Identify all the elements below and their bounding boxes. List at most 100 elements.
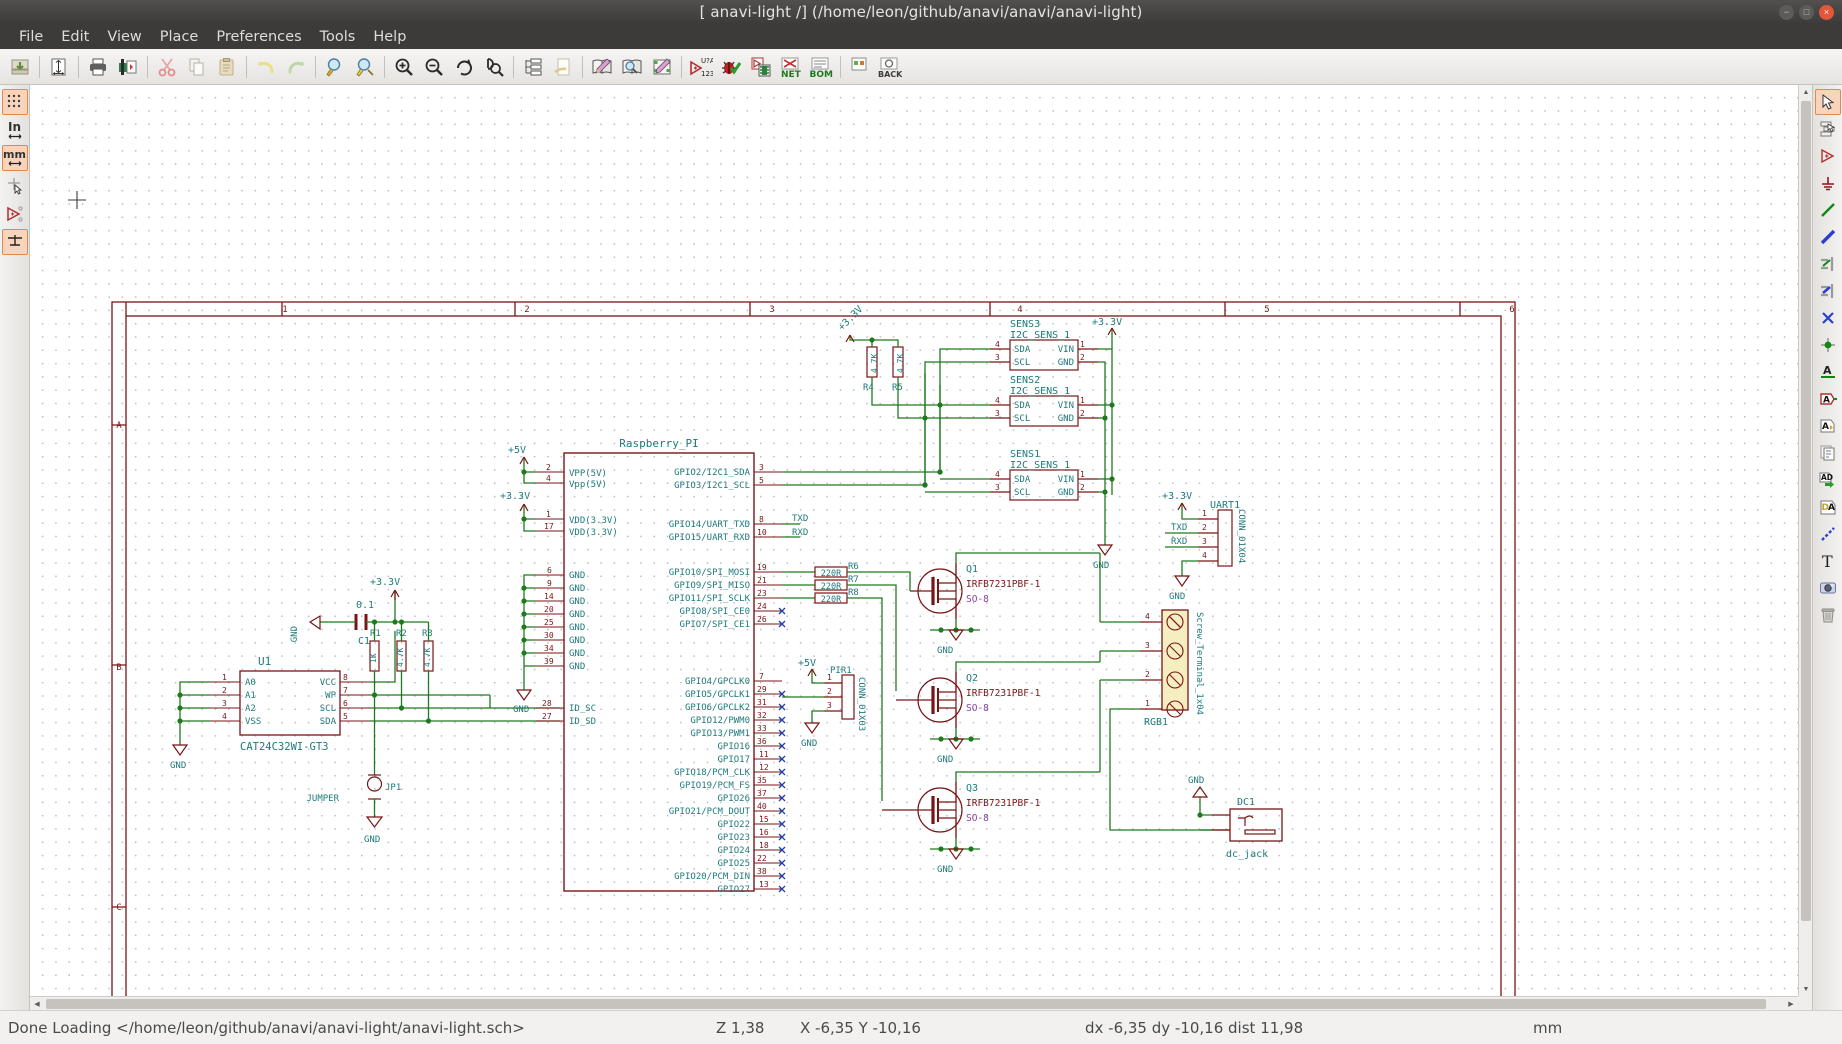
minimize-button[interactable]: − <box>1779 5 1794 20</box>
svg-text:GPIO14/UART_TXD: GPIO14/UART_TXD <box>669 520 750 530</box>
menu-item-file[interactable]: File <box>10 27 52 47</box>
place-hierarchical-pin-tool[interactable]: D A <box>1815 494 1841 520</box>
hierarchy-push-tool[interactable] <box>1815 116 1841 142</box>
svg-text:+3.3V: +3.3V <box>1092 317 1122 328</box>
svg-text:2: 2 <box>546 463 551 472</box>
svg-text:123: 123 <box>701 70 713 78</box>
place-component-tool[interactable] <box>1815 143 1841 169</box>
units-inch-button[interactable]: In <box>2 117 28 143</box>
place-hierarchical-sheet-tool[interactable] <box>1815 440 1841 466</box>
bus-entry-style-button[interactable] <box>2 229 28 255</box>
place-net-label-tool[interactable]: A <box>1815 359 1841 385</box>
place-wire-to-bus-entry-tool[interactable] <box>1815 251 1841 277</box>
leave-sheet-icon[interactable] <box>548 52 578 82</box>
find-replace-icon[interactable] <box>350 52 380 82</box>
erc-icon[interactable] <box>716 52 746 82</box>
backannotate-icon[interactable]: BACK <box>875 52 905 82</box>
svg-text:GPIO8/SPI_CE0: GPIO8/SPI_CE0 <box>680 607 750 617</box>
menu-item-preferences[interactable]: Preferences <box>207 27 310 47</box>
hierarchy-navigator-icon[interactable] <box>518 52 548 82</box>
horizontal-scroll-thumb[interactable] <box>46 999 1766 1009</box>
cut-icon[interactable] <box>152 52 182 82</box>
rescue-components-icon[interactable] <box>647 52 677 82</box>
menu-item-view[interactable]: View <box>98 27 150 47</box>
zoom-in-icon[interactable] <box>389 52 419 82</box>
horizontal-scrollbar[interactable]: ◀ ▶ <box>30 996 1798 1010</box>
place-graphic-line-tool[interactable] <box>1815 521 1841 547</box>
scroll-down-arrow[interactable]: ▼ <box>1799 982 1812 996</box>
copy-icon[interactable] <box>182 52 212 82</box>
svg-text:+3.3V: +3.3V <box>1162 491 1192 502</box>
units-mm-button[interactable]: mm <box>2 145 28 171</box>
status-zoom: Z 1,38 <box>716 1019 764 1037</box>
import-hierarchical-label-tool[interactable]: AD <box>1815 467 1841 493</box>
delete-tool[interactable] <box>1815 602 1841 628</box>
scroll-left-arrow[interactable]: ◀ <box>30 997 44 1010</box>
place-power-port-tool[interactable] <box>1815 170 1841 196</box>
redo-icon[interactable] <box>281 52 311 82</box>
u1-value: CAT24C32WI-GT3 <box>240 741 329 753</box>
undo-icon[interactable] <box>251 52 281 82</box>
place-text-tool[interactable]: T <box>1815 548 1841 574</box>
menu-item-place[interactable]: Place <box>151 27 208 47</box>
svg-text:2: 2 <box>1202 523 1207 532</box>
bom-icon[interactable]: BOM <box>806 52 836 82</box>
place-hierarchical-label-tool[interactable]: A <box>1815 413 1841 439</box>
place-wire-tool[interactable] <box>1815 197 1841 223</box>
run-pcbnew-icon[interactable] <box>845 52 875 82</box>
svg-text:TXD: TXD <box>1171 523 1187 533</box>
svg-text:VIN: VIN <box>1058 401 1074 411</box>
paste-icon[interactable] <box>212 52 242 82</box>
schematic-canvas[interactable]: 123 456 ABC U1 CAT24C32WI-GT3 A0A1 A2VSS <box>30 85 1812 1010</box>
library-editor-icon[interactable] <box>587 52 617 82</box>
print-icon[interactable] <box>83 52 113 82</box>
find-icon[interactable] <box>320 52 350 82</box>
cursor-shape-button[interactable] <box>2 173 28 199</box>
svg-text:GPIO27: GPIO27 <box>717 885 750 895</box>
netlist-icon[interactable]: NET <box>776 52 806 82</box>
place-bus-tool[interactable] <box>1815 224 1841 250</box>
library-browser-icon[interactable] <box>617 52 647 82</box>
zoom-fit-icon[interactable] <box>479 52 509 82</box>
r7-ref: R7 <box>848 575 859 585</box>
menu-item-help[interactable]: Help <box>364 27 415 47</box>
zoom-redraw-icon[interactable] <box>449 52 479 82</box>
scroll-right-arrow[interactable]: ▶ <box>1784 997 1798 1010</box>
q3-value: IRFB7231PBF-1 <box>966 798 1041 809</box>
schematic-drawing[interactable]: 123 456 ABC U1 CAT24C32WI-GT3 A0A1 A2VSS <box>30 85 1812 1010</box>
place-no-connect-tool[interactable] <box>1815 305 1841 331</box>
place-bus-to-bus-entry-tool[interactable] <box>1815 278 1841 304</box>
hidden-pins-button[interactable] <box>2 201 28 227</box>
vertical-scrollbar[interactable]: ▲ ▼ <box>1798 85 1812 996</box>
gnd-label-jp1: GND <box>364 835 380 845</box>
svg-text:4: 4 <box>995 396 1000 405</box>
menu-item-tools[interactable]: Tools <box>311 27 365 47</box>
vertical-scroll-thumb[interactable] <box>1801 101 1811 921</box>
place-junction-tool[interactable] <box>1815 332 1841 358</box>
menu-item-edit[interactable]: Edit <box>52 27 98 47</box>
svg-text:24: 24 <box>757 602 767 611</box>
svg-text:39: 39 <box>544 657 554 666</box>
place-image-tool[interactable] <box>1815 575 1841 601</box>
status-units: mm <box>1533 1019 1562 1037</box>
component-rgb1: 43 21 RGB1 Screw_Terminal_1x04 <box>1100 553 1230 830</box>
svg-text:GPIO21/PCM_DOUT: GPIO21/PCM_DOUT <box>669 807 751 817</box>
page-settings-icon[interactable] <box>44 52 74 82</box>
close-button[interactable]: × <box>1819 5 1834 20</box>
uart1-ref: UART1 <box>1210 500 1240 511</box>
main-toolbar: U?A 123 NET BOM <box>0 49 1842 85</box>
select-tool[interactable] <box>1815 89 1841 115</box>
toggle-grid-button[interactable] <box>2 89 28 115</box>
svg-text:VDD(3.3V): VDD(3.3V) <box>569 516 618 526</box>
scroll-up-arrow[interactable]: ▲ <box>1799 85 1812 99</box>
zoom-out-icon[interactable] <box>419 52 449 82</box>
r5-value: 4.7K <box>896 354 905 373</box>
save-schematic-icon[interactable] <box>5 52 35 82</box>
svg-text:38: 38 <box>757 867 767 876</box>
maximize-button[interactable]: □ <box>1799 5 1814 20</box>
plot-icon[interactable] <box>113 52 143 82</box>
svg-text:RXD: RXD <box>792 528 808 538</box>
annotate-icon[interactable]: U?A 123 <box>686 52 716 82</box>
assign-footprints-icon[interactable] <box>746 52 776 82</box>
place-global-label-tool[interactable]: A <box>1815 386 1841 412</box>
